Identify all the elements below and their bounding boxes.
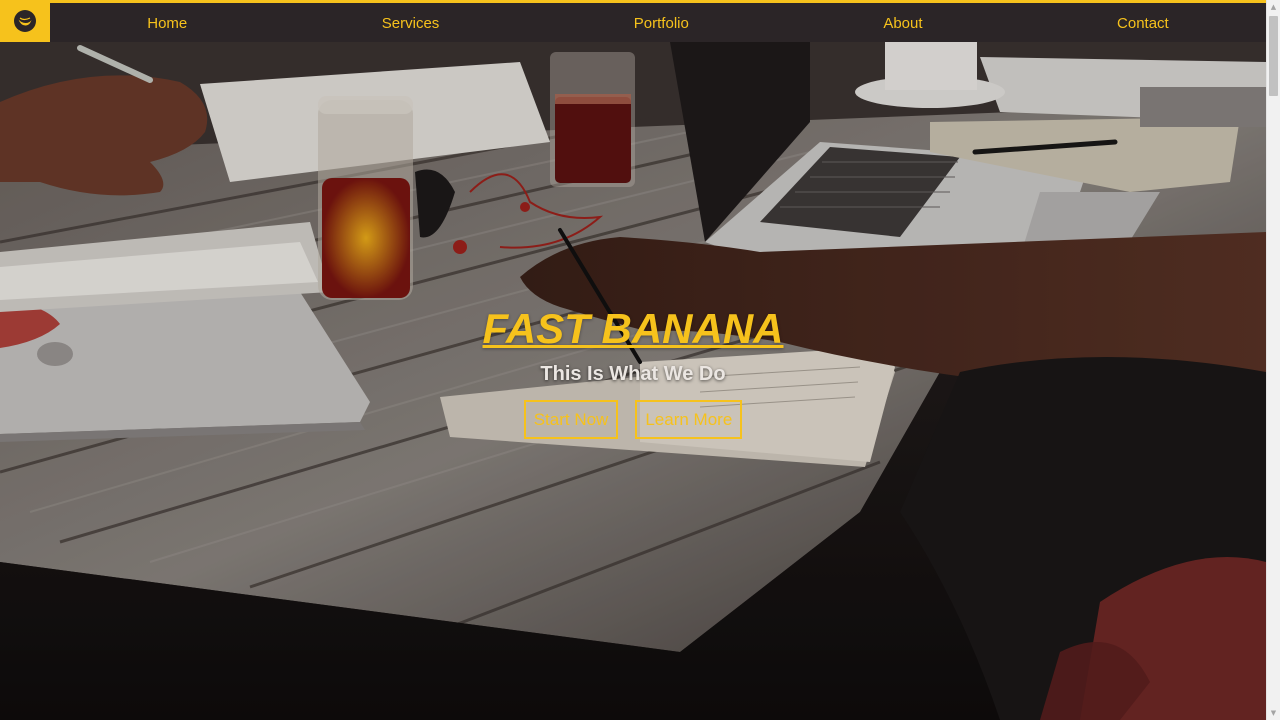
banana-logo-icon <box>14 10 36 32</box>
page-scrollbar[interactable]: ▲ ▼ <box>1266 0 1280 720</box>
nav-portfolio-link[interactable]: Portfolio <box>634 14 689 32</box>
nav-contact-link[interactable]: Contact <box>1117 14 1169 32</box>
hero-buttons: Start Now Learn More <box>0 400 1266 439</box>
logo[interactable] <box>0 0 50 42</box>
scroll-down-arrow-icon[interactable]: ▼ <box>1267 706 1280 720</box>
scrollbar-thumb[interactable] <box>1269 16 1278 96</box>
page: Home Services Portfolio About Contact FA… <box>0 0 1280 720</box>
nav-home-link[interactable]: Home <box>147 14 187 32</box>
hero-section: FAST BANANA This Is What We Do Start Now… <box>0 305 1266 439</box>
nav-about-link[interactable]: About <box>883 14 922 32</box>
hero-title-link[interactable]: FAST BANANA <box>483 305 784 353</box>
start-now-button[interactable]: Start Now <box>523 400 619 439</box>
nav-menu: Home Services Portfolio About Contact <box>50 3 1266 42</box>
scroll-up-arrow-icon[interactable]: ▲ <box>1267 0 1280 14</box>
learn-more-button[interactable]: Learn More <box>635 400 743 439</box>
hero-subtitle: This Is What We Do <box>540 363 726 385</box>
navbar: Home Services Portfolio About Contact <box>0 0 1266 42</box>
nav-services-link[interactable]: Services <box>382 14 440 32</box>
